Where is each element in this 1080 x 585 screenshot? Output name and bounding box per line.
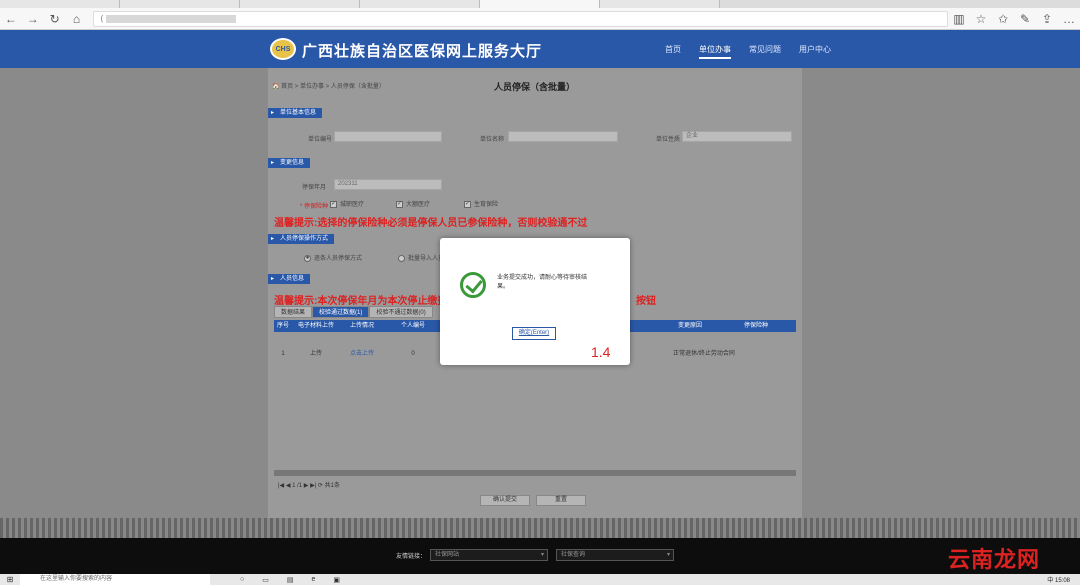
- col-header: 上传情况: [349, 323, 374, 329]
- submit-button[interactable]: 确认提交: [480, 495, 530, 506]
- checkbox-large-medical[interactable]: ✓ 大额医疗: [396, 199, 430, 208]
- reset-button[interactable]: 重置: [536, 495, 586, 506]
- tab-data-result[interactable]: 数据结果: [274, 306, 313, 318]
- browser-tab[interactable]: [120, 0, 240, 8]
- reader-icon[interactable]: ▥: [948, 8, 970, 30]
- section-mode: 人员停保操作方式: [268, 234, 335, 244]
- tab-failed[interactable]: 校验不通过数据(0): [369, 306, 433, 318]
- watermark: 云南龙网: [948, 547, 1041, 572]
- tab-passed[interactable]: 校验通过数据(1): [312, 306, 370, 318]
- pen-icon[interactable]: ✎: [1014, 8, 1036, 30]
- site-header: CHS 广西壮族自治区医保网上服务大厅 首页 单位办事 常见问题 用户中心: [0, 30, 1080, 68]
- edge-icon[interactable]: e: [311, 576, 315, 584]
- folder-icon[interactable]: ▤: [287, 576, 294, 584]
- site-logo: CHS: [270, 38, 296, 60]
- browser-tab-active[interactable]: [480, 0, 600, 8]
- stop-month-label: 停保年月: [302, 185, 327, 191]
- dialog-message: 业务提交成功，请耐心等待审核结果。: [497, 275, 588, 290]
- store-icon[interactable]: ▣: [333, 576, 340, 584]
- cell-reason: 正常退休/终止劳动合同: [673, 351, 735, 357]
- site-title: 广西壮族自治区医保网上服务大厅: [302, 43, 543, 60]
- blurred-url: [106, 14, 237, 23]
- col-header: 个人编号: [400, 323, 425, 329]
- nav-unit-business[interactable]: 单位办事: [699, 44, 731, 59]
- home-icon[interactable]: ⌂: [66, 8, 88, 30]
- step-annotation: 1.4: [591, 344, 611, 360]
- col-header: 电子材料上传: [297, 323, 334, 329]
- friend-links-label: 友情链接：: [396, 554, 427, 560]
- horizontal-scrollbar[interactable]: [274, 470, 796, 476]
- system-tray: 中 15:08: [1047, 578, 1070, 584]
- success-dialog: 业务提交成功，请耐心等待审核结果。 确定(Enter) 1.4: [440, 238, 630, 365]
- search-icon[interactable]: ○: [240, 576, 244, 584]
- nav-home[interactable]: 首页: [665, 44, 681, 59]
- check-circle-icon: [460, 272, 486, 298]
- bottom-buttons: 确认提交 重置: [480, 495, 586, 506]
- unit-code-label: 单位编号: [308, 137, 333, 143]
- unit-code-field: [334, 131, 442, 142]
- nav-faq[interactable]: 常见问题: [749, 44, 781, 59]
- browser-tab[interactable]: [360, 0, 480, 8]
- page-title: 人员停保（含批量）: [494, 82, 576, 92]
- address-bar-row: ← → ↻ ⌂ ( ▥ ☆ ✩ ✎ ⇪ …: [0, 8, 1080, 30]
- col-header: 变更原因: [677, 323, 702, 329]
- site-footer: 友情链接： 社保网站 社保查询: [0, 538, 1080, 574]
- decorative-border: [0, 518, 1080, 538]
- pagination[interactable]: |◀ ◀ 1 /1 ▶ ▶| ⟳ 共1条: [278, 480, 340, 489]
- friend-link-select-1[interactable]: 社保网站: [430, 549, 548, 561]
- stop-month-field[interactable]: 202311: [334, 179, 442, 190]
- task-view-icon[interactable]: ▭: [262, 576, 269, 584]
- col-header: 序号: [276, 323, 289, 329]
- nav-user-center[interactable]: 用户中心: [799, 44, 831, 59]
- cell: 上传: [309, 351, 322, 357]
- browser-tab[interactable]: [600, 0, 720, 8]
- warning-text-1: 温馨提示:选择的停保险种必须是停保人员已参保险种，否则校验通不过: [274, 218, 588, 229]
- radio-single-mode[interactable]: ● 逐条人员停保方式: [304, 253, 362, 262]
- cell: 1: [281, 351, 285, 357]
- star-icon[interactable]: ☆: [970, 8, 992, 30]
- os-taskbar: ⊞ 在这里输入你要搜索的内容 ○ ▭ ▤ e ▣ 中 15:08: [0, 574, 1080, 585]
- confirm-button[interactable]: 确定(Enter): [512, 327, 556, 340]
- breadcrumb: 🏠 首页 > 单位办事 > 人员停保（含批量）: [272, 84, 385, 90]
- share-icon[interactable]: ⇪: [1036, 8, 1058, 30]
- upload-link[interactable]: 点击上传: [340, 348, 384, 360]
- top-nav: 首页 单位办事 常见问题 用户中心: [665, 44, 831, 59]
- result-tabs: 数据结果 校验通过数据(1) 校验不通过数据(0): [274, 306, 433, 318]
- section-person-info: 人员信息: [268, 274, 311, 284]
- friend-link-select-2[interactable]: 社保查询: [556, 549, 674, 561]
- unit-type-label: 单位性质: [656, 137, 681, 143]
- back-icon[interactable]: ←: [0, 8, 22, 30]
- favorites-icon[interactable]: ✩: [992, 8, 1014, 30]
- url-input[interactable]: (: [93, 10, 948, 27]
- browser-tab[interactable]: [240, 0, 360, 8]
- insurance-label: * 停保险种: [300, 204, 329, 210]
- checkbox-maternity[interactable]: ✓ 生育保险: [464, 199, 498, 208]
- browser-tab-strip: [0, 0, 1080, 8]
- refresh-icon[interactable]: ↻: [44, 8, 66, 30]
- section-unit-info: 单位基本信息: [268, 108, 323, 118]
- section-change-info: 变更信息: [268, 158, 311, 168]
- unit-name-field: [508, 131, 618, 142]
- checkbox-medical[interactable]: ✓ 城职医疗: [330, 199, 364, 208]
- more-icon[interactable]: …: [1058, 8, 1080, 30]
- radio-batch-mode[interactable]: 批量导入人员: [398, 253, 444, 262]
- taskbar-search-input[interactable]: 在这里输入你要搜索的内容: [20, 574, 210, 585]
- warning-text-2: 温馨提示:本次停保年月为本次停止缴费: [274, 296, 448, 307]
- forward-icon[interactable]: →: [22, 8, 44, 30]
- windows-start-icon[interactable]: ⊞: [0, 575, 20, 584]
- home-icon[interactable]: 🏠: [272, 84, 281, 90]
- col-header: 停保险种: [743, 323, 768, 329]
- unit-type-select[interactable]: 企业: [682, 131, 792, 142]
- warning-text-2-tail: 】按钮: [626, 296, 656, 307]
- unit-name-label: 单位名称: [480, 137, 505, 143]
- cell: 0: [411, 351, 415, 357]
